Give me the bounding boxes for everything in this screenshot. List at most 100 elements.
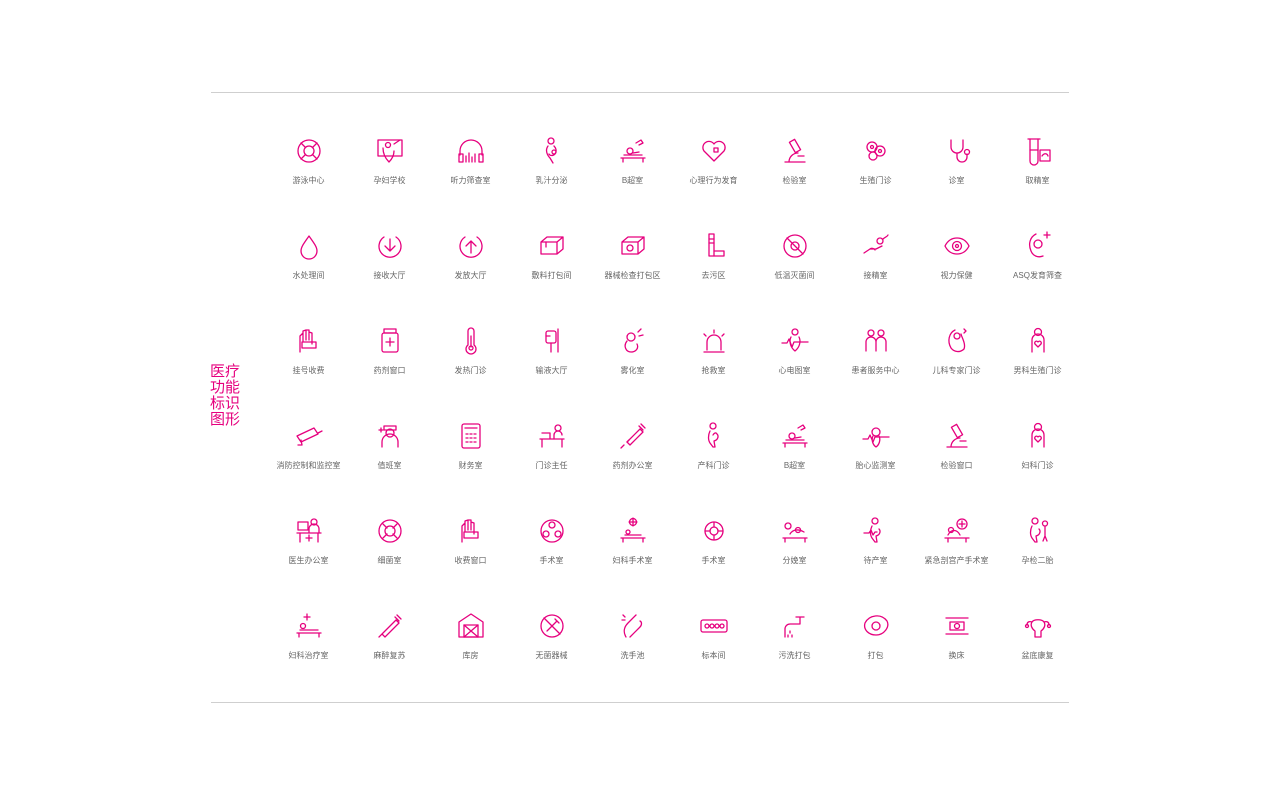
specimen-tray-icon bbox=[697, 609, 731, 643]
icon-label: 妇科治疗室 bbox=[288, 651, 329, 660]
icon-label: 孕妇学校 bbox=[373, 176, 406, 185]
icon-label: 门诊主任 bbox=[535, 461, 568, 470]
bed-swap-icon bbox=[940, 609, 974, 643]
icon-label: 视力保健 bbox=[940, 271, 973, 280]
stethoscope-icon bbox=[940, 134, 974, 168]
icon-tile: 库房 bbox=[430, 603, 511, 698]
icon-tile: 手术室 bbox=[673, 508, 754, 603]
icon-label: 输液大厅 bbox=[535, 366, 568, 375]
icon-tile: 门诊主任 bbox=[511, 413, 592, 508]
icon-grid: 游泳中心 孕妇学校 听力筛查室 乳汁分泌 B超室 心理行为发育 检验室 生殖门诊 诊室 取精室 水处… bbox=[268, 128, 1078, 698]
surgical-light-small-icon bbox=[697, 514, 731, 548]
baby-check-icon bbox=[1021, 229, 1055, 263]
icon-tile: 财务室 bbox=[430, 413, 511, 508]
icon-tile: 打包 bbox=[835, 603, 916, 698]
icon-tile: 器械检查打包区 bbox=[592, 223, 673, 318]
hand-sperm-icon bbox=[859, 229, 893, 263]
breastfeeding-icon bbox=[535, 134, 569, 168]
icon-label: 低温灭菌间 bbox=[774, 271, 815, 280]
bacteria-icon bbox=[373, 514, 407, 548]
two-people-icon bbox=[859, 324, 893, 358]
bottom-divider bbox=[211, 702, 1069, 703]
package-icon bbox=[535, 229, 569, 263]
cells-icon bbox=[859, 134, 893, 168]
iv-bag-icon bbox=[535, 324, 569, 358]
calculator-icon bbox=[454, 419, 488, 453]
icon-tile: 妇科门诊 bbox=[997, 413, 1078, 508]
icon-label: 盆底康复 bbox=[1021, 651, 1054, 660]
icon-label: 妇科手术室 bbox=[612, 556, 653, 565]
top-divider bbox=[211, 92, 1069, 93]
icon-label: 孕检二胎 bbox=[1021, 556, 1054, 565]
heart-puzzle-icon bbox=[697, 134, 731, 168]
pregnant-icon bbox=[697, 419, 731, 453]
icon-tile: 儿科专家门诊 bbox=[916, 318, 997, 413]
icon-label: 男科生殖门诊 bbox=[1013, 366, 1062, 375]
icon-label: 库房 bbox=[462, 651, 479, 660]
icon-tile: 诊室 bbox=[916, 128, 997, 223]
headphones-icon bbox=[454, 134, 488, 168]
icon-label: 听力筛查室 bbox=[450, 176, 491, 185]
icon-tile: 检验窗口 bbox=[916, 413, 997, 508]
warehouse-icon bbox=[454, 609, 488, 643]
medicine-bottle-icon bbox=[373, 324, 407, 358]
icon-label: 水处理间 bbox=[292, 271, 325, 280]
no-bacteria-icon bbox=[778, 229, 812, 263]
icon-tile: 游泳中心 bbox=[268, 128, 349, 223]
icon-tile: 消防控制和监控室 bbox=[268, 413, 349, 508]
title-line: 标识 bbox=[210, 395, 241, 412]
icon-label: 细菌室 bbox=[377, 556, 402, 565]
icon-label: B超室 bbox=[621, 176, 644, 185]
title-line: 医疗 bbox=[210, 363, 241, 380]
icon-tile: 待产室 bbox=[835, 508, 916, 603]
desk-person-icon bbox=[535, 419, 569, 453]
icon-tile: 医生办公室 bbox=[268, 508, 349, 603]
hand-card-icon bbox=[292, 324, 326, 358]
icon-label: 接精室 bbox=[863, 271, 888, 280]
icon-tile: 水处理间 bbox=[268, 223, 349, 318]
icon-tile: 胎心监测室 bbox=[835, 413, 916, 508]
eye-icon bbox=[940, 229, 974, 263]
icon-tile: 麻醉复苏 bbox=[349, 603, 430, 698]
icon-label: 换床 bbox=[948, 651, 965, 660]
icon-label: 诊室 bbox=[948, 176, 965, 185]
brush-icon bbox=[697, 229, 731, 263]
icon-label: 药剂办公室 bbox=[612, 461, 653, 470]
syringe-diagonal-icon bbox=[373, 609, 407, 643]
icon-tile: 洗手池 bbox=[592, 603, 673, 698]
icon-tile: 去污区 bbox=[673, 223, 754, 318]
icon-label: 妇科门诊 bbox=[1021, 461, 1054, 470]
icon-label: 手术室 bbox=[539, 556, 564, 565]
icon-label: 游泳中心 bbox=[292, 176, 325, 185]
doctor-desk-icon bbox=[292, 514, 326, 548]
icon-tile: 标本间 bbox=[673, 603, 754, 698]
waiting-pregnant-icon bbox=[859, 514, 893, 548]
icon-tile: 挂号收费 bbox=[268, 318, 349, 413]
woman-heart-icon bbox=[1021, 419, 1055, 453]
icon-label: 发放大厅 bbox=[454, 271, 487, 280]
icon-label: ASQ发育筛查 bbox=[1013, 271, 1062, 280]
icon-tile: 抢救室 bbox=[673, 318, 754, 413]
icon-tile: 心理行为发育 bbox=[673, 128, 754, 223]
icon-tile: 药剂窗口 bbox=[349, 318, 430, 413]
icon-tile: 孕妇学校 bbox=[349, 128, 430, 223]
icon-label: 医生办公室 bbox=[288, 556, 329, 565]
icon-label: 去污区 bbox=[701, 271, 726, 280]
icon-label: 洗手池 bbox=[620, 651, 645, 660]
hand-wash-icon bbox=[616, 609, 650, 643]
microscope-icon bbox=[940, 419, 974, 453]
package-gear-icon bbox=[616, 229, 650, 263]
icon-label: 抢救室 bbox=[701, 366, 726, 375]
icon-label: 检验室 bbox=[782, 176, 807, 185]
icon-label: 乳汁分泌 bbox=[535, 176, 568, 185]
icon-tile: 分娩室 bbox=[754, 508, 835, 603]
icon-tile: 乳汁分泌 bbox=[511, 128, 592, 223]
title-line: 功能 bbox=[210, 379, 241, 396]
icon-tile: 盆底康复 bbox=[997, 603, 1078, 698]
arrow-up-circle-icon bbox=[454, 229, 488, 263]
icon-tile: 接精室 bbox=[835, 223, 916, 318]
icon-tile: B超室 bbox=[754, 413, 835, 508]
icon-tile: 心电图室 bbox=[754, 318, 835, 413]
icon-tile: 细菌室 bbox=[349, 508, 430, 603]
icon-label: 患者服务中心 bbox=[851, 366, 900, 375]
